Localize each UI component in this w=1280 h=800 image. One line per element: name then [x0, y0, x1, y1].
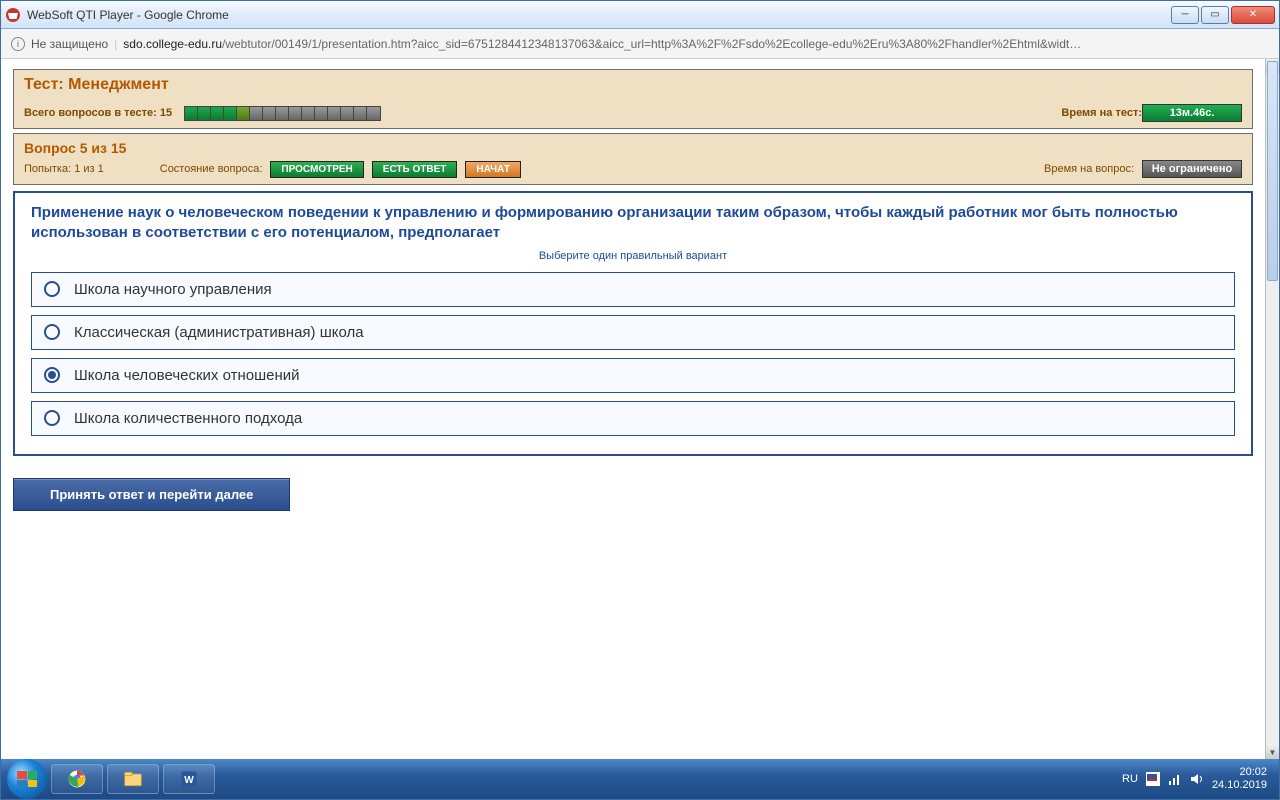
tray-volume-icon[interactable]: [1190, 772, 1204, 786]
submit-answer-button[interactable]: Принять ответ и перейти далее: [13, 478, 290, 511]
progress-segment: [276, 107, 289, 120]
question-header-panel: Вопрос 5 из 15 Попытка: 1 из 1 Состояние…: [13, 133, 1253, 185]
progress-segment: [367, 107, 380, 120]
progress-segment: [185, 107, 198, 120]
taskbar-chrome[interactable]: [51, 764, 103, 794]
answer-option[interactable]: Школа человеческих отношений: [31, 358, 1235, 393]
test-progress-bar: [184, 106, 381, 121]
progress-segment: [302, 107, 315, 120]
taskbar-explorer[interactable]: [107, 764, 159, 794]
answer-option[interactable]: Классическая (административная) школа: [31, 315, 1235, 350]
status-answered-pill: ЕСТЬ ОТВЕТ: [372, 161, 458, 178]
progress-segment: [263, 107, 276, 120]
progress-segment: [211, 107, 224, 120]
window-title: WebSoft QTI Player - Google Chrome: [27, 8, 1171, 22]
tray-clock[interactable]: 20:02 24.10.2019: [1212, 766, 1267, 791]
answer-option[interactable]: Школа научного управления: [31, 272, 1235, 307]
status-label: Состояние вопроса:: [160, 163, 263, 175]
tray-network-icon[interactable]: [1168, 772, 1182, 786]
option-label: Школа человеческих отношений: [74, 367, 300, 384]
not-secure-icon[interactable]: i: [11, 37, 25, 51]
status-viewed-pill: ПРОСМОТРЕН: [270, 161, 363, 178]
question-text: Применение наук о человеческом поведении…: [31, 203, 1235, 244]
option-label: Школа научного управления: [74, 281, 272, 298]
time-test-value: 13м.46с.: [1142, 104, 1242, 122]
status-started-pill: НАЧАТ: [465, 161, 521, 178]
not-secure-label: Не защищено: [31, 37, 108, 51]
progress-segment: [315, 107, 328, 120]
progress-segment: [224, 107, 237, 120]
window-maximize-button[interactable]: ▭: [1201, 6, 1229, 24]
vertical-scrollbar[interactable]: ▲ ▼: [1265, 59, 1279, 759]
address-bar[interactable]: i Не защищено | sdo.college-edu.ru/webtu…: [1, 29, 1279, 59]
progress-segment: [198, 107, 211, 120]
time-test-label: Время на тест:: [1061, 107, 1142, 119]
answer-option[interactable]: Школа количественного подхода: [31, 401, 1235, 436]
progress-segment: [328, 107, 341, 120]
progress-segment: [237, 107, 250, 120]
tray-lang[interactable]: RU: [1122, 773, 1138, 785]
radio-icon: [44, 281, 60, 297]
progress-segment: [354, 107, 367, 120]
question-counter: Вопрос 5 из 15: [14, 134, 1252, 158]
progress-segment: [250, 107, 263, 120]
question-body: Применение наук о человеческом поведении…: [13, 191, 1253, 456]
option-label: Школа количественного подхода: [74, 410, 302, 427]
app-icon: [5, 7, 21, 23]
taskbar-word[interactable]: W: [163, 764, 215, 794]
svg-text:W: W: [184, 775, 194, 786]
option-label: Классическая (административная) школа: [74, 324, 364, 341]
question-hint: Выберите один правильный вариант: [31, 250, 1235, 262]
radio-icon: [44, 324, 60, 340]
time-question-label: Время на вопрос:: [1044, 163, 1134, 175]
taskbar: W RU 20:02 24.10.2019: [1, 759, 1279, 799]
start-button[interactable]: [7, 759, 47, 799]
attempt-label: Попытка: 1 из 1: [24, 163, 104, 175]
test-title: Тест: Менеджмент: [14, 70, 1252, 100]
radio-icon: [44, 367, 60, 383]
tray-flag-icon[interactable]: [1146, 772, 1160, 786]
total-questions-label: Всего вопросов в тесте: 15: [24, 107, 172, 119]
window-titlebar: WebSoft QTI Player - Google Chrome ─ ▭ ✕: [1, 1, 1279, 29]
progress-segment: [289, 107, 302, 120]
progress-segment: [341, 107, 354, 120]
window-close-button[interactable]: ✕: [1231, 6, 1275, 24]
radio-icon: [44, 410, 60, 426]
window-minimize-button[interactable]: ─: [1171, 6, 1199, 24]
time-question-value: Не ограничено: [1142, 160, 1242, 178]
test-header-panel: Тест: Менеджмент Всего вопросов в тесте:…: [13, 69, 1253, 129]
url-text: sdo.college-edu.ru/webtutor/00149/1/pres…: [123, 37, 1269, 51]
scroll-thumb[interactable]: [1267, 61, 1278, 281]
scroll-down-button[interactable]: ▼: [1266, 745, 1279, 759]
